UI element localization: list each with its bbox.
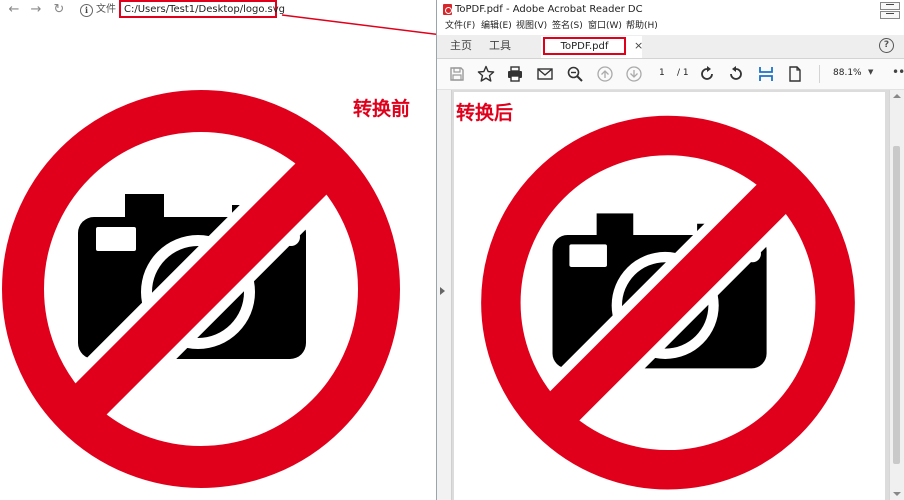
bookmark-star-icon[interactable] bbox=[477, 65, 495, 83]
menu-file[interactable]: 文件(F) bbox=[445, 20, 475, 33]
url-scheme-label: 文件 bbox=[96, 4, 116, 15]
menu-edit[interactable]: 编辑(E) bbox=[481, 20, 512, 33]
url-input[interactable]: C:/Users/Test1/Desktop/logo.svg bbox=[119, 0, 285, 18]
page-number-input[interactable]: 1 bbox=[659, 67, 665, 80]
reload-icon[interactable]: ↻ bbox=[51, 2, 67, 18]
pdf-page: 转换后 bbox=[454, 92, 885, 500]
tab-document-label: ToPDF.pdf bbox=[560, 41, 609, 52]
zoom-dropdown-icon[interactable]: ▼ bbox=[868, 68, 873, 76]
zoom-out-icon[interactable] bbox=[566, 65, 584, 83]
zoom-level[interactable]: 88.1% bbox=[833, 67, 862, 80]
menu-sign[interactable]: 签名(S) bbox=[552, 20, 583, 33]
left-panel-rail[interactable] bbox=[437, 90, 452, 500]
document-area: 转换后 bbox=[437, 90, 904, 500]
toolbar: 1 / 1 88.1% ▼ ••• bbox=[437, 59, 904, 90]
scrollbar-thumb[interactable] bbox=[893, 146, 900, 464]
page-down-icon[interactable] bbox=[625, 65, 643, 83]
page-up-icon[interactable] bbox=[596, 65, 614, 83]
fit-page-icon[interactable] bbox=[757, 65, 775, 83]
close-tab-icon[interactable]: × bbox=[634, 39, 643, 53]
more-options-icon[interactable]: ••• bbox=[892, 65, 904, 79]
title-bar: ToPDF.pdf - Adobe Acrobat Reader DC bbox=[437, 0, 904, 19]
toolbar-divider bbox=[819, 65, 820, 83]
help-icon[interactable]: ? bbox=[879, 38, 894, 53]
prohibition-circle-icon bbox=[0, 86, 402, 496]
tab-document[interactable]: ToPDF.pdf × bbox=[541, 36, 643, 58]
vertical-scrollbar[interactable] bbox=[889, 90, 904, 500]
rotate-counterclockwise-icon[interactable] bbox=[727, 65, 745, 83]
browser-address-bar: ← → ↻ i 文件 C:/Users/Test1/Desktop/logo.s… bbox=[0, 0, 436, 22]
scroll-up-icon[interactable] bbox=[893, 94, 901, 98]
no-camera-sign-original bbox=[0, 86, 402, 496]
window-title: ToPDF.pdf - Adobe Acrobat Reader DC bbox=[455, 4, 643, 15]
save-icon[interactable] bbox=[448, 65, 466, 83]
acrobat-window: ToPDF.pdf - Adobe Acrobat Reader DC 文件(F… bbox=[436, 0, 904, 500]
menu-window[interactable]: 窗口(W) bbox=[588, 20, 622, 33]
prohibition-circle-icon bbox=[478, 112, 858, 497]
no-camera-sign-converted bbox=[478, 112, 858, 497]
info-icon[interactable]: i bbox=[80, 4, 93, 17]
email-icon[interactable] bbox=[536, 65, 554, 83]
rotate-clockwise-icon[interactable] bbox=[698, 65, 716, 83]
tab-document-highlight: ToPDF.pdf bbox=[543, 37, 626, 55]
scroll-down-icon[interactable] bbox=[893, 492, 901, 496]
arrow-right-icon[interactable]: → bbox=[28, 2, 44, 18]
menu-bar: 文件(F) 编辑(E) 视图(V) 签名(S) 窗口(W) 帮助(H) bbox=[437, 19, 904, 35]
acrobat-app-icon bbox=[443, 4, 452, 15]
menu-view[interactable]: 视图(V) bbox=[516, 20, 547, 33]
maximize-button[interactable] bbox=[880, 11, 900, 19]
tab-bar: 主页 工具 ToPDF.pdf × ? bbox=[437, 35, 904, 59]
browser-window: ← → ↻ i 文件 C:/Users/Test1/Desktop/logo.s… bbox=[0, 0, 436, 500]
print-icon[interactable] bbox=[506, 65, 524, 83]
tab-tools[interactable]: 工具 bbox=[489, 39, 511, 53]
tab-home[interactable]: 主页 bbox=[450, 39, 472, 53]
url-text: C:/Users/Test1/Desktop/logo.svg bbox=[124, 4, 285, 15]
page-view-icon[interactable] bbox=[786, 65, 804, 83]
expand-panel-icon[interactable] bbox=[440, 287, 445, 295]
minimize-button[interactable] bbox=[880, 2, 900, 10]
page-total: / 1 bbox=[677, 68, 689, 78]
menu-help[interactable]: 帮助(H) bbox=[626, 20, 658, 33]
arrow-left-icon[interactable]: ← bbox=[6, 2, 22, 18]
